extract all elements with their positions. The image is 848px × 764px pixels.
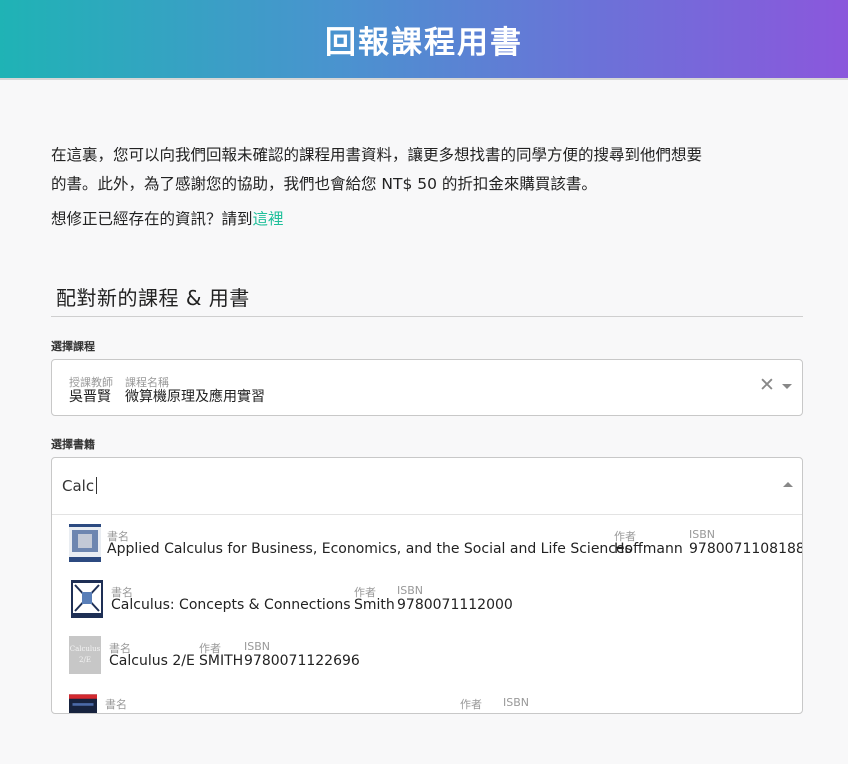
text-cursor [96, 477, 97, 494]
cover-edition-text: 2/E [79, 656, 91, 664]
book-isbn: 9780071112000 [397, 597, 513, 613]
page-title: 回報課程用書 [325, 24, 523, 61]
book-title-label: 書名 [105, 698, 127, 711]
course-field-label: 選擇課程 [51, 340, 95, 353]
intro-line-2: 的書。此外，為了感謝您的協助，我們也會給您 NT$ 50 的折扣金來購買該書。 [51, 175, 597, 193]
chevron-down-icon[interactable] [782, 384, 792, 389]
book-option[interactable]: 書名 Calculus: Concepts & Connections 作者 S… [52, 571, 802, 627]
book-isbn-label: ISBN [503, 696, 530, 709]
book-search-row [52, 458, 802, 515]
book-author-label: 作者 [460, 698, 482, 711]
section-title: 配對新的課程 & 用書 [56, 286, 250, 310]
intro-line-1: 在這裏，您可以向我們回報未確認的課程用書資料，讓更多想找書的同學方便的搜尋到他們… [51, 146, 703, 164]
section-divider [51, 316, 803, 317]
book-title: Calculus: Concepts & Connections [111, 597, 351, 613]
course-name-value: 微算機原理及應用實習 [125, 389, 265, 405]
clear-selection-icon[interactable]: ✕ [758, 372, 776, 398]
book-isbn: 9780071108188 [689, 541, 803, 557]
book-cover-image [69, 524, 101, 562]
book-author: SMITH [199, 653, 244, 669]
book-option[interactable]: 書名 作者 ISBN [52, 683, 802, 713]
fix-existing-text: 想修正已經存在的資訊？請到 [51, 210, 253, 228]
fix-existing-link[interactable]: 這裡 [253, 210, 284, 228]
book-cover-image: Calculus 2/E [69, 636, 101, 674]
book-author: Smith [354, 597, 395, 613]
book-option[interactable]: Calculus 2/E 書名 Calculus 2/E 作者 SMITH IS… [52, 627, 802, 683]
book-isbn: 9780071122696 [244, 653, 360, 669]
cover-title-text: Calculus [69, 645, 101, 653]
book-cover-image [71, 580, 103, 618]
fix-existing-line: 想修正已經存在的資訊？請到這裡 [51, 205, 284, 234]
book-select[interactable]: 書名 Applied Calculus for Business, Econom… [51, 457, 803, 714]
book-search-input[interactable] [62, 474, 762, 498]
book-title: Applied Calculus for Business, Economics… [107, 541, 632, 557]
book-isbn-label: ISBN [689, 528, 716, 541]
chevron-up-icon[interactable] [783, 482, 793, 487]
book-isbn-label: ISBN [397, 584, 424, 597]
course-select[interactable]: 授課教師 課程名稱 吳晋賢 微算機原理及應用實習 [51, 359, 803, 416]
book-author: Hoffmann [614, 541, 683, 557]
book-isbn-label: ISBN [244, 640, 271, 653]
page-header: 回報課程用書 [0, 0, 848, 80]
instructor-value: 吳晋賢 [69, 389, 111, 405]
intro-paragraph: 在這裏，您可以向我們回報未確認的課程用書資料，讓更多想找書的同學方便的搜尋到他們… [51, 141, 811, 199]
book-option[interactable]: 書名 Applied Calculus for Business, Econom… [52, 515, 802, 571]
book-field-label: 選擇書籍 [51, 438, 95, 451]
book-cover-image [69, 694, 97, 713]
book-title: Calculus 2/E [109, 653, 195, 669]
